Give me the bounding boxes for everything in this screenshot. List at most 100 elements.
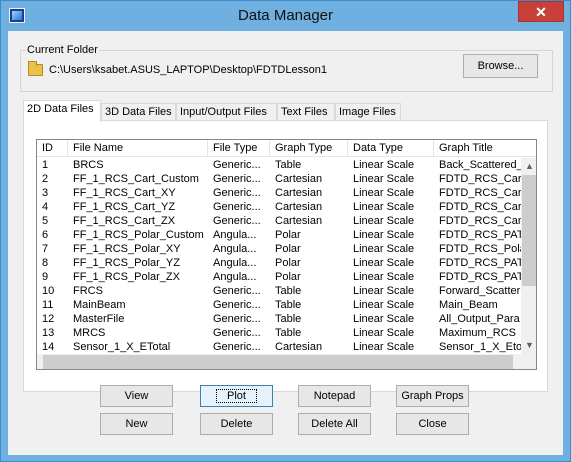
cell-data-type: Linear Scale xyxy=(353,341,415,353)
cell-graph-title: FDTD_RCS_PATT xyxy=(439,271,522,283)
vertical-scrollbar[interactable]: ▲ ▼ xyxy=(521,158,536,354)
cell-graph-type: Cartesian xyxy=(275,341,323,353)
cell-graph-type: Table xyxy=(275,159,302,171)
cell-id: 1 xyxy=(42,159,49,171)
plot-button[interactable]: Plot xyxy=(200,385,273,407)
cell-file-name: FF_1_RCS_Cart_ZX xyxy=(73,215,176,227)
cell-file-name: MasterFile xyxy=(73,313,125,325)
horizontal-scroll-thumb[interactable] xyxy=(43,355,513,369)
cell-graph-title: FDTD_RCS_PATT xyxy=(439,229,522,241)
table-row[interactable]: 14 Sensor_1_X_ETotal Generic... Cartesian Li… xyxy=(37,340,522,354)
cell-id: 14 xyxy=(42,341,55,353)
cell-id: 9 xyxy=(42,271,49,283)
close-window-button[interactable]: ✕ xyxy=(518,1,564,22)
cell-file-type: Generic... xyxy=(213,187,261,199)
cell-data-type: Linear Scale xyxy=(353,257,415,269)
cell-graph-type: Polar xyxy=(275,229,301,241)
cell-graph-type: Polar xyxy=(275,243,301,255)
data-files-list[interactable]: ID File Name File Type Graph Type Data T… xyxy=(36,139,537,370)
cell-graph-title: Forward_Scatter xyxy=(439,285,521,297)
column-header-graph-type[interactable]: Graph Type xyxy=(270,140,348,157)
cell-file-name: FF_1_RCS_Cart_XY xyxy=(73,187,176,199)
table-row[interactable]: 2 FF_1_RCS_Cart_Custom Generic... Cartesian… xyxy=(37,172,522,186)
cell-id: 5 xyxy=(42,215,49,227)
cell-file-type: Generic... xyxy=(213,299,261,311)
cell-graph-type: Polar xyxy=(275,257,301,269)
tab-2d-data-files[interactable]: 2D Data Files xyxy=(23,100,101,122)
table-row[interactable]: 11 MainBeam Generic... Table Linear Scale Mai… xyxy=(37,298,522,312)
table-row[interactable]: 12 MasterFile Generic... Table Linear Scale A… xyxy=(37,312,522,326)
cell-graph-title: Main_Beam xyxy=(439,299,498,311)
delete-all-button[interactable]: Delete All xyxy=(298,413,371,435)
vertical-scroll-thumb[interactable] xyxy=(522,175,536,286)
cell-data-type: Linear Scale xyxy=(353,173,415,185)
scrollbar-corner xyxy=(522,354,536,369)
cell-data-type: Linear Scale xyxy=(353,327,415,339)
current-folder-label: Current Folder xyxy=(26,44,99,56)
view-button[interactable]: View xyxy=(100,385,173,407)
notepad-button[interactable]: Notepad xyxy=(298,385,371,407)
column-header-id[interactable]: ID xyxy=(37,140,68,157)
cell-file-name: FF_1_RCS_Polar_YZ xyxy=(73,257,180,269)
cell-file-type: Generic... xyxy=(213,327,261,339)
cell-graph-title: FDTD_RCS_PATT xyxy=(439,257,522,269)
graph-props-button[interactable]: Graph Props xyxy=(396,385,469,407)
cell-id: 2 xyxy=(42,173,49,185)
column-header-graph-title[interactable]: Graph Title xyxy=(434,140,536,157)
cell-id: 10 xyxy=(42,285,55,297)
cell-file-type: Angula... xyxy=(213,243,257,255)
list-body: 1 BRCS Generic... Table Linear Scale Back_Sca… xyxy=(37,158,522,354)
cell-graph-title: FDTD_RCS_Cart xyxy=(439,215,522,227)
cell-file-name: MRCS xyxy=(73,327,106,339)
cell-graph-type: Table xyxy=(275,299,302,311)
plot-button-label: Plot xyxy=(216,389,257,403)
folder-open-icon xyxy=(28,61,43,76)
cell-data-type: Linear Scale xyxy=(353,229,415,241)
cell-data-type: Linear Scale xyxy=(353,215,415,227)
scroll-down-icon[interactable]: ▼ xyxy=(521,337,536,354)
table-row[interactable]: 10 FRCS Generic... Table Linear Scale Forward… xyxy=(37,284,522,298)
cell-data-type: Linear Scale xyxy=(353,313,415,325)
cell-file-name: FF_1_RCS_Cart_Custom xyxy=(73,173,199,185)
cell-graph-type: Polar xyxy=(275,271,301,283)
cell-data-type: Linear Scale xyxy=(353,187,415,199)
tab-panel-2d-data-files: ID File Name File Type Graph Type Data T… xyxy=(23,120,548,392)
cell-file-type: Angula... xyxy=(213,271,257,283)
cell-id: 8 xyxy=(42,257,49,269)
cell-id: 13 xyxy=(42,327,55,339)
cell-data-type: Linear Scale xyxy=(353,271,415,283)
table-row[interactable]: 1 BRCS Generic... Table Linear Scale Back_Sca… xyxy=(37,158,522,172)
table-row[interactable]: 4 FF_1_RCS_Cart_YZ Generic... Cartesian Line… xyxy=(37,200,522,214)
title-bar[interactable]: Data Manager ✕ xyxy=(1,1,570,31)
table-row[interactable]: 6 FF_1_RCS_Polar_Custom Angula... Polar Line… xyxy=(37,228,522,242)
table-row[interactable]: 13 MRCS Generic... Table Linear Scale Maximum… xyxy=(37,326,522,340)
cell-file-type: Generic... xyxy=(213,215,261,227)
column-header-file-type[interactable]: File Type xyxy=(208,140,270,157)
dialog-client-area: Current Folder C:\Users\ksabet.ASUS_LAPT… xyxy=(8,31,563,455)
delete-button[interactable]: Delete xyxy=(200,413,273,435)
cell-id: 7 xyxy=(42,243,49,255)
cell-file-type: Generic... xyxy=(213,173,261,185)
close-button[interactable]: Close xyxy=(396,413,469,435)
table-row[interactable]: 3 FF_1_RCS_Cart_XY Generic... Cartesian Line… xyxy=(37,186,522,200)
column-header-data-type[interactable]: Data Type xyxy=(348,140,434,157)
cell-graph-type: Table xyxy=(275,313,302,325)
cell-file-type: Generic... xyxy=(213,159,261,171)
cell-graph-title: Back_Scattered_ xyxy=(439,159,522,171)
cell-data-type: Linear Scale xyxy=(353,201,415,213)
table-row[interactable]: 8 FF_1_RCS_Polar_YZ Angula... Polar Linear S… xyxy=(37,256,522,270)
cell-file-name: FF_1_RCS_Cart_YZ xyxy=(73,201,176,213)
table-row[interactable]: 5 FF_1_RCS_Cart_ZX Generic... Cartesian Line… xyxy=(37,214,522,228)
window-title: Data Manager xyxy=(237,7,334,24)
table-row[interactable]: 9 FF_1_RCS_Polar_ZX Angula... Polar Linear S… xyxy=(37,270,522,284)
new-button[interactable]: New xyxy=(100,413,173,435)
scroll-up-icon[interactable]: ▲ xyxy=(521,158,536,175)
column-header-file-name[interactable]: File Name xyxy=(68,140,208,157)
cell-id: 6 xyxy=(42,229,49,241)
cell-graph-title: FDTD_RCS_Cart xyxy=(439,201,522,213)
cell-id: 3 xyxy=(42,187,49,199)
horizontal-scrollbar[interactable] xyxy=(37,354,522,369)
browse-button[interactable]: Browse... xyxy=(463,54,538,78)
data-manager-window: Data Manager ✕ Current Folder C:\Users\k… xyxy=(0,0,571,462)
table-row[interactable]: 7 FF_1_RCS_Polar_XY Angula... Polar Linear S… xyxy=(37,242,522,256)
